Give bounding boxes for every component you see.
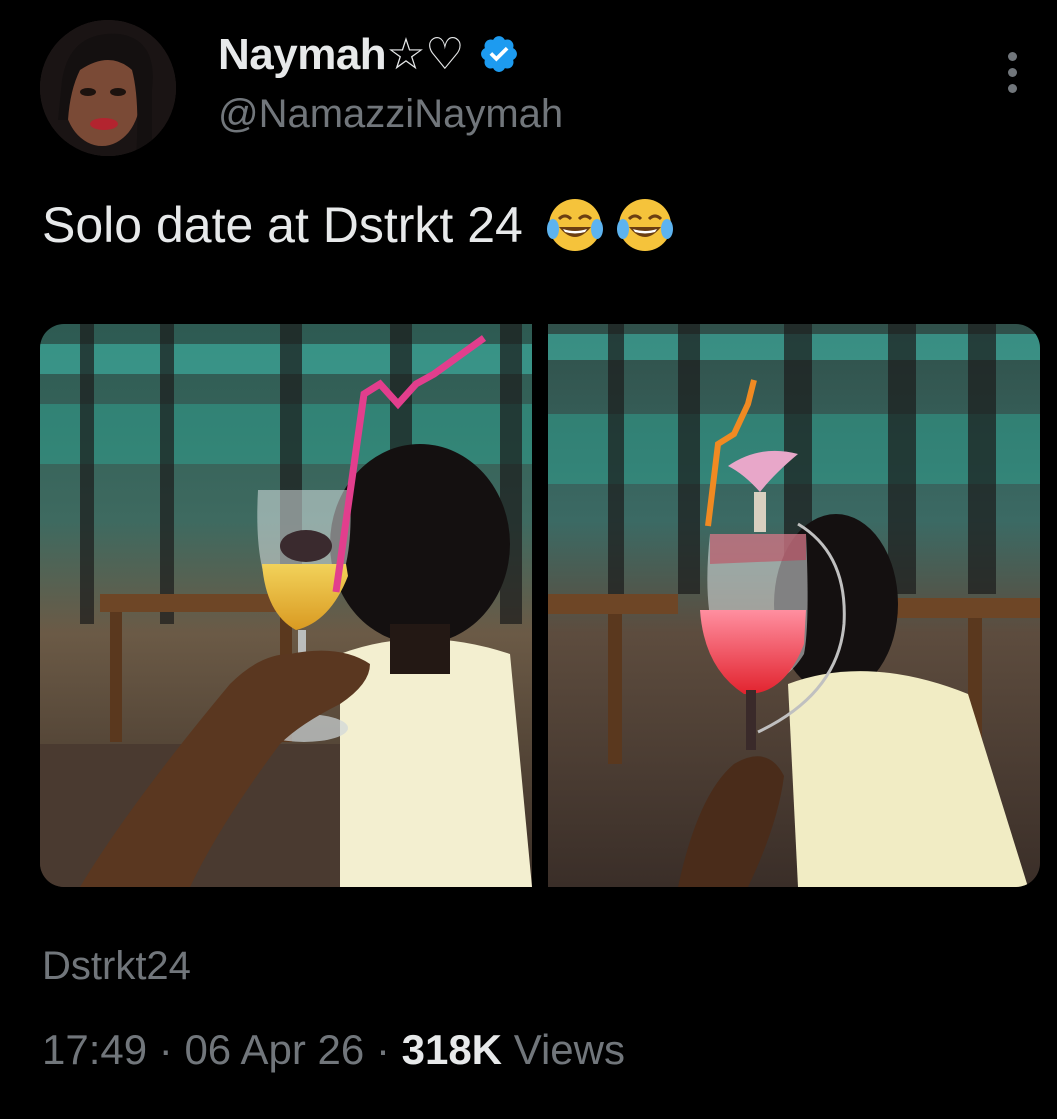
tweet-date[interactable]: 06 Apr 26 — [184, 1026, 364, 1073]
author-name-row[interactable]: Naymah☆♡ — [218, 28, 520, 80]
verified-badge-icon — [481, 36, 518, 72]
dot-icon — [1007, 84, 1017, 93]
views-label: Views — [513, 1026, 625, 1073]
more-options-button[interactable] — [1000, 52, 1024, 100]
tweet-meta: 17:49 · 06 Apr 26 · 318K Views — [42, 1026, 625, 1074]
media-gallery — [40, 324, 1041, 887]
dot-icon — [1007, 52, 1017, 61]
views-count[interactable]: 318K — [402, 1026, 502, 1073]
tweet-time[interactable]: 17:49 — [42, 1026, 147, 1073]
location-tag[interactable]: Dstrkt24 — [42, 944, 191, 989]
user-handle[interactable]: @NamazziNaymah — [218, 92, 563, 137]
photo-yellow-cocktail-image — [40, 324, 532, 887]
display-name[interactable]: Naymah☆♡ — [218, 29, 465, 80]
photo-red-cocktail[interactable] — [548, 324, 1040, 887]
meta-separator: · — [158, 1026, 173, 1073]
photo-red-cocktail-image — [548, 324, 1040, 887]
photo-yellow-cocktail[interactable] — [40, 324, 532, 887]
dot-icon — [1007, 68, 1017, 77]
avatar-image — [40, 20, 176, 156]
face-with-tears-of-joy-icon — [616, 199, 673, 251]
meta-separator: · — [375, 1026, 390, 1073]
avatar[interactable] — [40, 20, 176, 156]
tweet-text: Solo date at Dstrkt 24 — [42, 197, 523, 253]
tweet-text-row: Solo date at Dstrkt 24 — [42, 193, 675, 257]
face-with-tears-of-joy-icon — [546, 199, 603, 251]
